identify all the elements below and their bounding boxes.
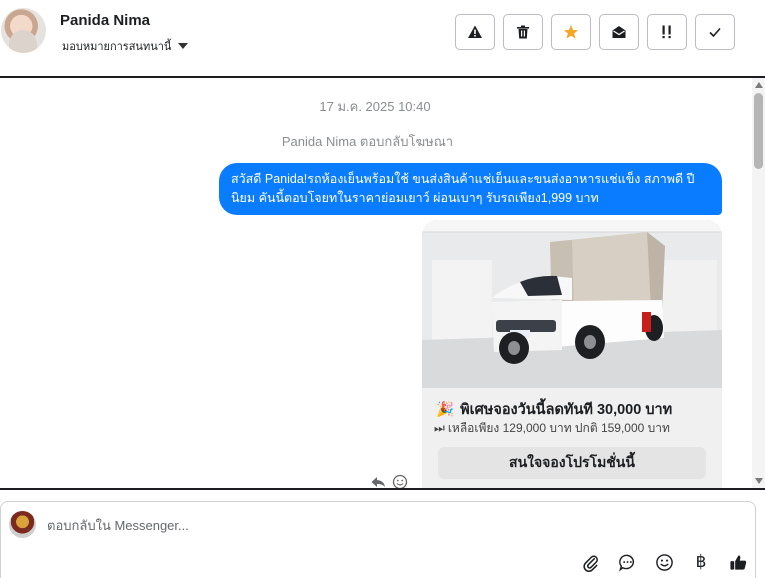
mark-done-button[interactable] <box>695 14 735 50</box>
ad-reply-note: Panida Nima ตอบกลับโฆษณา <box>281 134 454 149</box>
chat-bubble-icon <box>618 554 634 572</box>
saved-replies-button[interactable] <box>616 551 638 573</box>
conversation-header: Panida Nima มอบหมายการสนทนานี้ <box>0 0 765 76</box>
attach-button[interactable] <box>579 551 601 573</box>
report-spam-button[interactable] <box>455 14 495 50</box>
caret-down-icon <box>178 43 189 49</box>
promo-subtitle: ⏭ เหลือเพียง 129,000 บาท ปกติ 159,000 บา… <box>434 419 670 438</box>
promo-subtitle-text: เหลือเพียง 129,000 บาท ปกติ 159,000 บาท <box>447 421 670 435</box>
promo-card: 🎉 พิเศษจองวันนี้ลดทันที 30,000 บาท ⏭ เหล… <box>422 220 722 488</box>
page-avatar <box>9 511 36 538</box>
envelope-open-icon <box>612 26 626 38</box>
reply-composer: ฿ <box>0 501 756 578</box>
smiley-icon <box>655 553 673 571</box>
react-emoji-icon[interactable] <box>392 474 408 488</box>
payment-button[interactable]: ฿ <box>690 551 712 573</box>
composer-divider <box>0 488 765 490</box>
scroll-thumb[interactable] <box>754 93 763 169</box>
follow-up-button[interactable] <box>647 14 687 50</box>
message-tools <box>370 474 408 488</box>
truck-image <box>422 220 722 388</box>
promo-title-text: พิเศษจองวันนี้ลดทันที 30,000 บาท <box>460 402 673 418</box>
assign-conversation-dropdown[interactable]: มอบหมายการสนทนานี้ <box>62 37 189 55</box>
conversation-scrollbar[interactable] <box>752 78 765 488</box>
mark-unread-button[interactable] <box>599 14 639 50</box>
exclamation-icon <box>662 25 671 39</box>
star-icon <box>563 25 579 39</box>
trash-icon <box>517 25 529 39</box>
promo-image <box>422 220 722 388</box>
fast-forward-icon: ⏭ <box>434 421 445 435</box>
conversation-thread[interactable]: 17 ม.ค. 2025 10:40 Panida Nima ตอบกลับโฆ… <box>0 78 752 488</box>
star-button[interactable] <box>551 14 591 50</box>
delete-button[interactable] <box>503 14 543 50</box>
header-actions <box>455 14 735 50</box>
baht-icon: ฿ <box>695 552 707 572</box>
warning-icon <box>468 25 482 38</box>
paperclip-icon <box>582 555 598 572</box>
party-icon: 🎉 <box>436 402 455 418</box>
assign-label: มอบหมายการสนทนานี้ <box>62 41 172 53</box>
scroll-up-arrow-icon[interactable] <box>755 82 763 88</box>
emoji-button[interactable] <box>653 551 675 573</box>
book-promotion-button[interactable]: สนใจจองโปรโมชั่นนี้ <box>438 447 706 479</box>
promo-title: 🎉 พิเศษจองวันนี้ลดทันที 30,000 บาท <box>436 398 672 421</box>
outgoing-message-bubble: สวัสดี Panida!รถห้องเย็นพร้อมใช้ ขนส่งสิ… <box>219 163 722 215</box>
check-icon <box>709 27 721 38</box>
date-stamp: 17 ม.ค. 2025 10:40 <box>319 99 431 114</box>
contact-name[interactable]: Panida Nima <box>60 12 150 29</box>
like-button[interactable] <box>727 551 749 573</box>
composer-tools: ฿ <box>579 551 749 573</box>
contact-avatar[interactable] <box>1 8 46 53</box>
reply-input[interactable] <box>47 518 547 533</box>
scroll-down-arrow-icon[interactable] <box>755 478 763 484</box>
thumbs-up-icon <box>729 554 746 570</box>
reply-icon[interactable] <box>370 474 386 488</box>
